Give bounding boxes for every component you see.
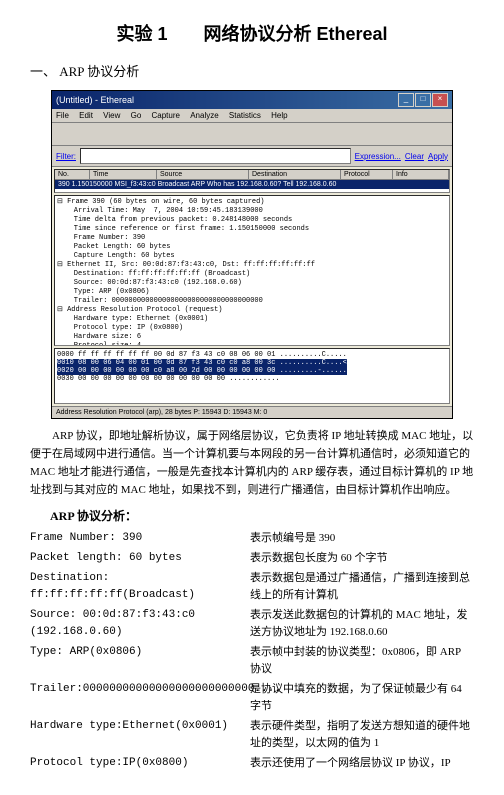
hex-line: 0030 00 00 00 00 00 00 00 00 00 00 00 00… [57,375,447,383]
packet-row[interactable]: 390 1.150150000 MSI_f3:43:c0 Broadcast A… [55,180,449,189]
doc-title: 实验 1 网络协议分析 Ethereal [30,20,474,46]
tool-btn[interactable] [54,125,72,143]
window-controls: _ □ × [398,93,448,107]
paragraph-arp-intro: ARP 协议，即地址解析协议，属于网络层协议，它负责将 IP 地址转换成 MAC… [30,427,474,499]
col-time[interactable]: Time [90,170,157,179]
analysis-row: Hardware type:Ethernet(0x0001) 表示硬件类型，指明… [30,718,474,752]
menu-analyze[interactable]: Analyze [190,111,218,120]
field-name: Hardware type:Ethernet(0x0001) [30,718,250,752]
tool-btn[interactable] [301,125,319,143]
expression-link[interactable]: Expression... [355,152,401,161]
analysis-row: Packet length: 60 bytes 表示数据包长度为 60 个字节 [30,550,474,567]
field-desc: 表示还使用了一个网络层协议 IP 协议，IP [250,755,474,772]
menu-go[interactable]: Go [131,111,142,120]
col-source[interactable]: Source [157,170,249,179]
tool-btn[interactable] [130,125,148,143]
toolbar [52,123,452,146]
field-name: Packet length: 60 bytes [30,550,250,567]
analysis-subtitle: ARP 协议分析： [50,507,474,524]
field-desc: 是协议中填充的数据，为了保证帧最少有 64 字节 [250,681,474,715]
field-desc: 表示发送此数据包的计算机的 MAC 地址，发送方协议地址为 192.168.0.… [250,607,474,641]
tool-btn[interactable] [225,125,243,143]
tool-btn[interactable] [263,125,281,143]
apply-link[interactable]: Apply [428,152,448,161]
field-name: Frame Number: 390 [30,530,250,547]
maximize-button[interactable]: □ [415,93,431,107]
menu-edit[interactable]: Edit [79,111,93,120]
tool-btn[interactable] [377,125,395,143]
col-info[interactable]: Info [393,170,449,179]
menu-capture[interactable]: Capture [152,111,180,120]
tool-btn[interactable] [320,125,338,143]
menu-help[interactable]: Help [271,111,287,120]
minimize-button[interactable]: _ [398,93,414,107]
field-name: Destination: ff:ff:ff:ff:ff(Broadcast) [30,570,250,604]
analysis-row: Protocol type:IP(0x0800) 表示还使用了一个网络层协议 I… [30,755,474,772]
analysis-row: Frame Number: 390 表示帧编号是 390 [30,530,474,547]
menu-view[interactable]: View [103,111,120,120]
tool-btn[interactable] [111,125,129,143]
analysis-row: Type: ARP(0x0806) 表示帧中封装的协议类型：0x0806，即 A… [30,644,474,678]
tool-btn[interactable] [244,125,262,143]
hex-pane[interactable]: 0000 ff ff ff ff ff ff 00 0d 87 f3 43 c0… [54,348,450,404]
titlebar: (Untitled) - Ethereal _ □ × [52,91,452,109]
tool-btn[interactable] [187,125,205,143]
analysis-table: Frame Number: 390 表示帧编号是 390 Packet leng… [30,530,474,772]
statusbar: Address Resolution Protocol (arp), 28 by… [52,406,452,418]
packet-list-pane[interactable]: No. Time Source Destination Protocol Inf… [54,169,450,193]
tool-btn[interactable] [415,125,433,143]
col-no[interactable]: No. [55,170,90,179]
list-header: No. Time Source Destination Protocol Inf… [55,170,449,180]
tool-btn[interactable] [282,125,300,143]
analysis-row: Destination: ff:ff:ff:ff:ff(Broadcast) 表… [30,570,474,604]
section-heading: 一、 ARP 协议分析 [30,61,474,80]
field-desc: 表示帧编号是 390 [250,530,474,547]
field-name: Trailer:00000000000000000000000000.... [30,681,250,715]
tool-btn[interactable] [92,125,110,143]
tool-btn[interactable] [168,125,186,143]
menu-file[interactable]: File [56,111,69,120]
tool-btn[interactable] [358,125,376,143]
app-title: (Untitled) - Ethereal [56,95,134,105]
col-protocol[interactable]: Protocol [341,170,393,179]
tool-btn[interactable] [73,125,91,143]
field-name: Protocol type:IP(0x0800) [30,755,250,772]
hex-line: 0010 08 00 06 04 00 01 00 0d 87 f3 43 c0… [57,359,447,367]
tool-btn[interactable] [339,125,357,143]
field-name: Source: 00:0d:87:f3:43:c0 (192.168.0.60) [30,607,250,641]
clear-link[interactable]: Clear [405,152,424,161]
menu-statistics[interactable]: Statistics [229,111,261,120]
hex-line: 0020 00 00 00 00 00 00 c0 a8 00 2d 00 00… [57,367,447,375]
ethereal-window: (Untitled) - Ethereal _ □ × File Edit Vi… [51,90,453,419]
field-desc: 表示数据包长度为 60 个字节 [250,550,474,567]
filter-input[interactable] [80,148,351,164]
tool-btn[interactable] [396,125,414,143]
field-name: Type: ARP(0x0806) [30,644,250,678]
close-button[interactable]: × [432,93,448,107]
tool-btn[interactable] [149,125,167,143]
col-destination[interactable]: Destination [249,170,341,179]
filter-label[interactable]: Filter: [56,152,76,161]
packet-detail-pane[interactable]: ⊟ Frame 390 (60 bytes on wire, 60 bytes … [54,195,450,346]
analysis-row: Trailer:00000000000000000000000000.... 是… [30,681,474,715]
analysis-row: Source: 00:0d:87:f3:43:c0 (192.168.0.60)… [30,607,474,641]
menubar: File Edit View Go Capture Analyze Statis… [52,109,452,123]
tool-btn[interactable] [206,125,224,143]
field-desc: 表示数据包是通过广播通信，广播到连接到总线上的所有计算机 [250,570,474,604]
hex-line: 0000 ff ff ff ff ff ff 00 0d 87 f3 43 c0… [57,351,447,359]
filterbar: Filter: Expression... Clear Apply [52,146,452,167]
field-desc: 表示硬件类型，指明了发送方想知道的硬件地址的类型，以太网的值为 1 [250,718,474,752]
field-desc: 表示帧中封装的协议类型：0x0806，即 ARP 协议 [250,644,474,678]
